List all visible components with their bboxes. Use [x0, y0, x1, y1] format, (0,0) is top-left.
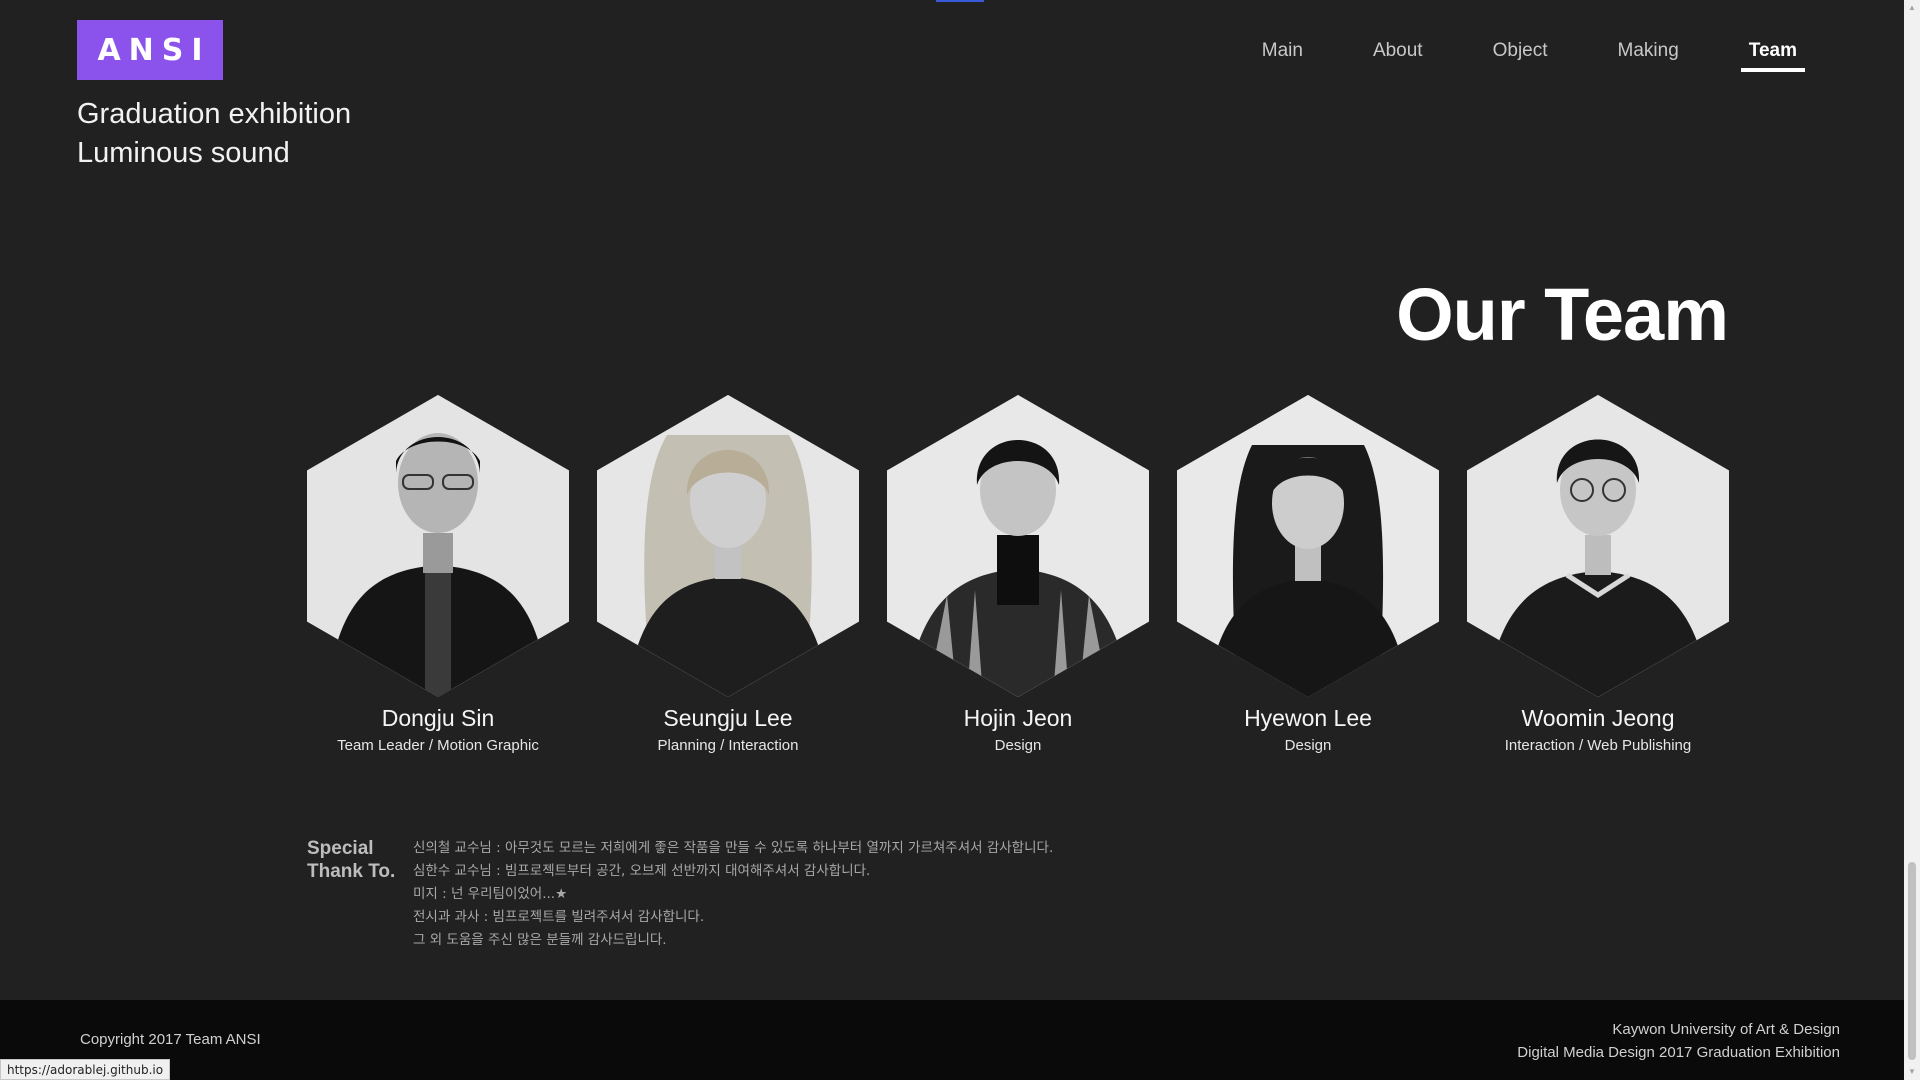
logo-text: ANSI [97, 32, 211, 68]
person-portrait-icon [597, 395, 859, 697]
special-thanks-line: 전시과 과사 : 빔프로젝트를 빌려주셔서 감사합니다. [413, 909, 705, 925]
main-nav: Main About Object Making Team [1200, 38, 1806, 72]
special-thanks-title: Special Thank To. [307, 837, 413, 952]
special-thanks-line: 심한수 교수님 : 빔프로젝트부터 공간, 오브제 선반까지 대여해주셔서 감사… [413, 863, 871, 879]
nav-item-making[interactable]: Making [1610, 38, 1687, 72]
footer: Copyright 2017 Team ANSI Kaywon Universi… [0, 1000, 1904, 1080]
person-portrait-icon [1467, 395, 1729, 697]
member-role: Design [994, 737, 1042, 754]
section-title: Our Team [1396, 273, 1729, 356]
member-name: Hyewon Lee [1244, 705, 1372, 731]
member-photo [307, 395, 569, 697]
member-photo [1467, 395, 1729, 697]
ansi-logo[interactable]: ANSI [77, 20, 223, 80]
special-thanks-title-line-2: Thank To. [307, 861, 396, 882]
member-role: Planning / Interaction [657, 737, 799, 754]
special-thanks: Special Thank To. 신의철 교수님 : 아무것도 모르는 저희에… [307, 837, 1053, 952]
school-name: Kaywon University of Art & Design [1612, 1021, 1840, 1038]
page: ANSI Graduation exhibition Luminous soun… [0, 0, 1920, 1080]
person-portrait-icon [1177, 395, 1439, 697]
tagline-line-1: Graduation exhibition [77, 98, 352, 130]
special-thanks-list: 신의철 교수님 : 아무것도 모르는 저희에게 좋은 작품을 만들 수 있도록 … [413, 837, 1053, 952]
special-thanks-line: 미지 : 넌 우리팀이었어...★ [413, 886, 568, 902]
person-portrait-icon [307, 395, 569, 697]
tagline-line-2: Luminous sound [77, 137, 290, 169]
link-status-bar: https://adorablej.github.io [0, 1059, 171, 1080]
tagline: Graduation exhibition Luminous sound [77, 95, 351, 173]
member-photo [887, 395, 1149, 697]
copyright-text: Copyright 2017 Team ANSI [80, 1031, 261, 1048]
member-name: Dongju Sin [381, 705, 495, 731]
nav-item-about[interactable]: About [1365, 38, 1431, 72]
special-thanks-line: 그 외 도움을 주신 많은 분들께 감사드립니다. [413, 932, 667, 948]
member-role: Interaction / Web Publishing [1504, 737, 1692, 754]
team-member-card: Seungju Lee Planning / Interaction [597, 395, 859, 754]
special-thanks-line: 신의철 교수님 : 아무것도 모르는 저희에게 좋은 작품을 만들 수 있도록 … [413, 840, 1054, 856]
vertical-scrollbar[interactable]: ▲ ▼ [1904, 0, 1920, 1080]
footer-credits: Kaywon University of Art & Design Digita… [1517, 1018, 1840, 1064]
person-portrait-icon [887, 395, 1149, 697]
scroll-down-arrow-icon[interactable]: ▼ [1904, 1064, 1920, 1080]
exhibition-name: Digital Media Design 2017 Graduation Exh… [1517, 1044, 1840, 1061]
member-role: Design [1284, 737, 1332, 754]
team-member-card: Dongju Sin Team Leader / Motion Graphic [307, 395, 569, 754]
member-name: Woomin Jeong [1521, 705, 1675, 731]
nav-item-object[interactable]: Object [1485, 38, 1556, 72]
scrollbar-thumb[interactable] [1908, 862, 1916, 1060]
member-name: Seungju Lee [663, 705, 793, 731]
member-name: Hojin Jeon [963, 705, 1073, 731]
nav-item-main[interactable]: Main [1254, 38, 1311, 72]
member-photo [597, 395, 859, 697]
team-member-card: Woomin Jeong Interaction / Web Publishin… [1467, 395, 1729, 754]
scroll-position-marker [936, 0, 984, 2]
nav-item-team[interactable]: Team [1740, 38, 1806, 72]
special-thanks-title-line-1: Special [307, 838, 374, 859]
team-member-card: Hyewon Lee Design [1177, 395, 1439, 754]
member-photo [1177, 395, 1439, 697]
team-member-card: Hojin Jeon Design [887, 395, 1149, 754]
scroll-up-arrow-icon[interactable]: ▲ [1904, 0, 1920, 16]
team-grid: Dongju Sin Team Leader / Motion Graphic … [307, 395, 1729, 775]
member-role: Team Leader / Motion Graphic [337, 737, 539, 754]
